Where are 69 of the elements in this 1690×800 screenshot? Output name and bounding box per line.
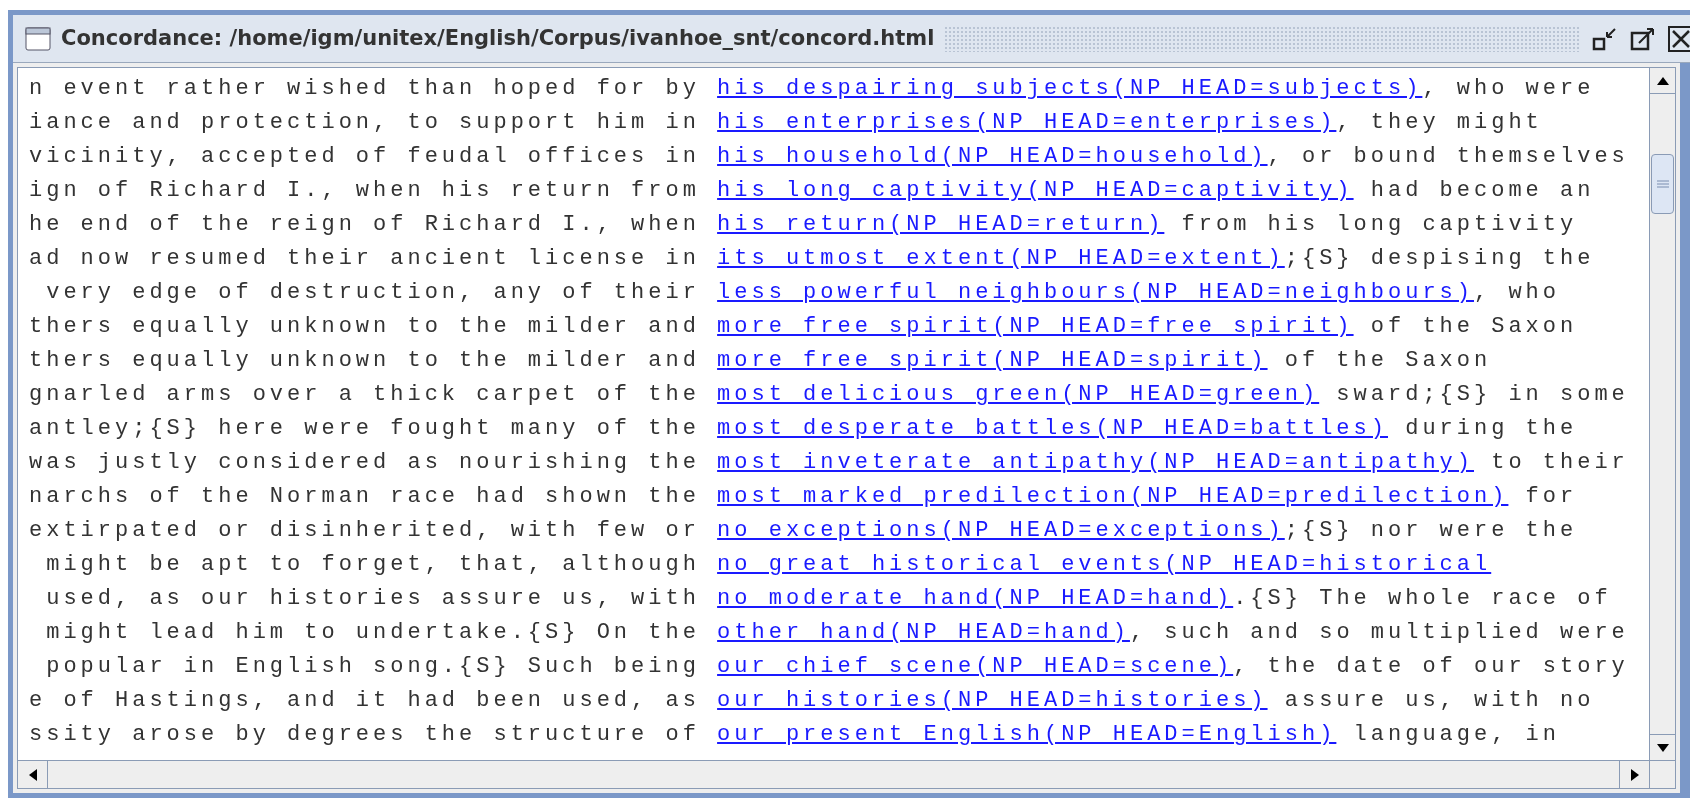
right-context: from his long captivity (1180, 211, 1578, 239)
left-context: gnarled arms over a thick carpet of the (29, 381, 701, 409)
match-link[interactable]: most inveterate antipathy(NP HEAD=antipathy) (717, 446, 1474, 480)
match-link[interactable]: no exceptions(NP HEAD=exceptions) (717, 514, 1285, 548)
left-context: e of Hastings, and it had been used, as (29, 687, 701, 715)
match-link[interactable]: his return(NP HEAD=return) (717, 208, 1165, 242)
window-icon (25, 26, 51, 51)
up-arrow-icon (1656, 76, 1669, 85)
match-link[interactable]: his household(NP HEAD=household) (717, 140, 1268, 174)
match-link[interactable]: his enterprises(NP HEAD=enterprises) (717, 106, 1337, 140)
right-context: ;{S} nor were the (1284, 517, 1578, 545)
left-context: ad now resumed their ancient license in (29, 245, 701, 273)
left-context: popular in English song.{S} Such being (45, 653, 701, 681)
close-icon[interactable] (1667, 24, 1690, 53)
left-context: thers equally unknown to the milder and (29, 347, 701, 375)
right-context: , who were (1422, 75, 1595, 103)
match-link[interactable]: our present English(NP HEAD=English) (717, 718, 1337, 752)
right-context: of the Saxon (1369, 313, 1578, 341)
match-link[interactable]: more free spirit(NP HEAD=free spirit) (717, 310, 1354, 344)
right-context: , who (1474, 279, 1560, 307)
right-context: , the date of our story (1233, 653, 1629, 681)
right-context: assure us, with no (1283, 687, 1595, 715)
match-link[interactable]: most desperate battles(NP HEAD=battles) (717, 412, 1388, 446)
left-context: iance and protection, to support him in (29, 109, 701, 137)
match-link[interactable]: other hand(NP HEAD=hand) (717, 616, 1130, 650)
left-context: ssity arose by degrees the structure of (29, 721, 701, 749)
left-context: narchs of the Norman race had shown the (29, 483, 701, 511)
match-link[interactable]: most marked predilection(NP HEAD=predilection) (717, 480, 1509, 514)
right-context: sward;{S} in some (1335, 381, 1629, 409)
left-context: ign of Richard I., when his return from (29, 177, 701, 205)
left-context: might be apt to forget, that, although (45, 551, 701, 579)
match-link[interactable]: its utmost extent(NP HEAD=extent) (717, 242, 1285, 276)
right-context: , such and so multiplied were (1129, 619, 1629, 647)
left-context: thers equally unknown to the milder and (29, 313, 701, 341)
match-link[interactable]: our histories(NP HEAD=histories) (717, 684, 1268, 718)
left-context: antley;{S} here were fought many of the (29, 415, 701, 443)
match-link[interactable]: his long captivity(NP HEAD=captivity) (717, 174, 1354, 208)
left-context: he end of the reign of Richard I., when (29, 211, 701, 239)
right-context: had become an (1369, 177, 1595, 205)
left-context: might lead him to undertake.{S} On the (45, 619, 701, 647)
right-context: during the (1404, 415, 1578, 443)
right-context: to their (1490, 449, 1629, 477)
match-link[interactable]: no moderate hand(NP HEAD=hand) (717, 582, 1234, 616)
left-context: was justly considered as nourishing the (29, 449, 701, 477)
left-context: n event rather wished than hoped for by (29, 75, 701, 103)
match-link[interactable]: most delicious green(NP HEAD=green) (717, 378, 1320, 412)
down-arrow-icon (1656, 743, 1669, 752)
match-link[interactable]: our chief scene(NP HEAD=scene) (717, 650, 1234, 684)
right-context: .{S} The whole race of (1233, 585, 1612, 613)
right-context: for (1524, 483, 1578, 511)
right-context: ;{S} despising the (1284, 245, 1595, 273)
grip-icon (1656, 180, 1669, 188)
left-context: used, as our histories assure us, with (45, 585, 701, 613)
left-context: extirpated or disinherited, with few or (29, 517, 701, 545)
left-context: very edge of destruction, any of their (45, 279, 701, 307)
right-context: , they might (1336, 109, 1543, 137)
window-title: Concordance: /home/igm/unitex/English/Corpus/ivanhoe_snt/concord.html (61, 24, 935, 52)
right-context: , or bound themselves (1267, 143, 1629, 171)
left-arrow-icon (28, 768, 37, 781)
scroll-thumb[interactable] (1651, 154, 1674, 214)
match-link[interactable]: less powerful neighbours(NP HEAD=neighbours) (717, 276, 1474, 310)
match-link[interactable]: his despairing subjects(NP HEAD=subjects) (717, 72, 1423, 106)
right-context: of the Saxon (1283, 347, 1492, 375)
vertical-scrollbar[interactable] (1649, 68, 1675, 760)
right-arrow-icon (1630, 768, 1639, 781)
left-context: vicinity, accepted of feudal offices in (29, 143, 701, 171)
match-link[interactable]: no great historical events(NP HEAD=historical (717, 548, 1492, 582)
right-context: language, in (1352, 721, 1560, 749)
match-link[interactable]: more free spirit(NP HEAD=spirit) (717, 344, 1268, 378)
